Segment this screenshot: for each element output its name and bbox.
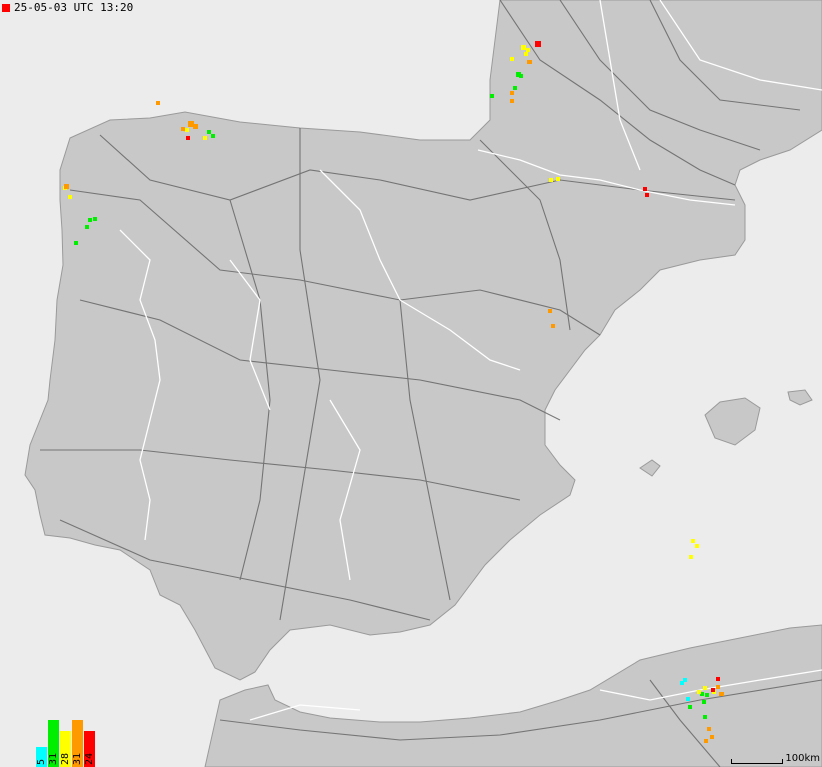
map-scale: 100km bbox=[731, 753, 820, 764]
legend-bar-orange: 31 bbox=[72, 720, 83, 767]
timestamp-marker-icon bbox=[2, 3, 10, 12]
timestamp-text: 25-05-03 UTC 13:20 bbox=[14, 1, 134, 14]
scale-label: 100km bbox=[785, 753, 820, 764]
lightning-map bbox=[0, 0, 822, 767]
legend-bar-green: 31 bbox=[48, 720, 59, 767]
legend-bar-red: 24 bbox=[84, 731, 95, 767]
legend-value: 5 bbox=[36, 758, 47, 765]
legend-value: 24 bbox=[84, 752, 95, 765]
legend-value: 31 bbox=[48, 752, 59, 765]
legend-bar-cyan: 5 bbox=[36, 747, 47, 767]
legend-value: 31 bbox=[72, 752, 83, 765]
legend-value: 28 bbox=[60, 752, 71, 765]
timestamp-label: 25-05-03 UTC 13:20 bbox=[2, 1, 133, 14]
strike-count-legend: 5 31 28 31 24 bbox=[36, 720, 95, 767]
scale-bar bbox=[731, 759, 784, 764]
legend-bar-yellow: 28 bbox=[60, 731, 71, 767]
